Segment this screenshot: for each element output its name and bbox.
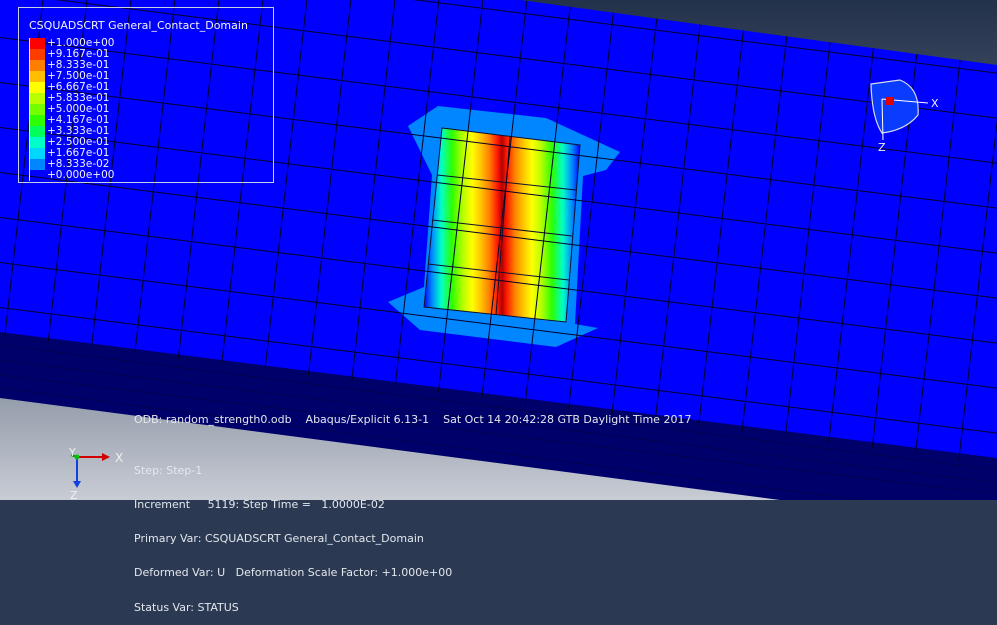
deformed-var-line: Deformed Var: U Deformation Scale Factor… bbox=[134, 566, 453, 580]
triad-bottom-z-label: Z bbox=[70, 489, 78, 502]
legend-swatch bbox=[29, 82, 45, 93]
triad-bottom-x-label: X bbox=[115, 451, 124, 465]
legend-entry: +0.000e+00 bbox=[29, 169, 249, 181]
legend-swatch bbox=[29, 170, 45, 181]
triad-top-z-label: Z bbox=[878, 141, 886, 154]
legend-swatch bbox=[29, 126, 45, 137]
increment-line: Increment 5119: Step Time = 1.0000E-02 bbox=[134, 498, 385, 512]
step-line: Step: Step-1 bbox=[134, 463, 203, 477]
legend-swatch bbox=[29, 159, 45, 170]
triad-top-x-label: X bbox=[931, 97, 939, 110]
step-info-block: Step: Step-1 Increment 5119: Step Time =… bbox=[134, 442, 452, 625]
legend-swatch bbox=[29, 60, 45, 71]
contour-legend: CSQUADSCRT General_Contact_Domain +1.000… bbox=[18, 7, 274, 183]
legend-swatch bbox=[29, 49, 45, 60]
status-var-line: Status Var: STATUS bbox=[134, 600, 239, 614]
legend-swatch bbox=[29, 148, 45, 159]
legend-swatch bbox=[29, 71, 45, 82]
primary-var-line: Primary Var: CSQUADSCRT General_Contact_… bbox=[134, 532, 424, 546]
legend-swatch bbox=[29, 137, 45, 148]
odb-info-line: ODB: random_strength0.odb Abaqus/Explici… bbox=[134, 413, 692, 426]
legend-value: +0.000e+00 bbox=[47, 169, 115, 181]
legend-swatch bbox=[29, 104, 45, 115]
legend-swatch bbox=[29, 38, 45, 49]
legend-swatch bbox=[29, 93, 45, 104]
legend-title: CSQUADSCRT General_Contact_Domain bbox=[29, 19, 248, 32]
legend-swatch bbox=[29, 115, 45, 126]
triad-bottom-y-label: Y bbox=[69, 446, 76, 459]
